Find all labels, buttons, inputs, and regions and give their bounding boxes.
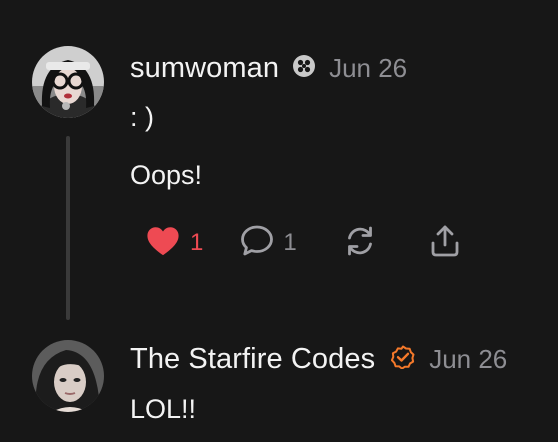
like-button[interactable]: 1 (146, 225, 203, 262)
post-text-line: Oops! (130, 160, 203, 190)
thread-connector-line (66, 136, 70, 320)
username[interactable]: sumwoman (130, 52, 279, 85)
comment-button[interactable]: 1 (239, 224, 297, 263)
post-date[interactable]: Jun 26 (329, 53, 407, 84)
comment-icon (239, 224, 275, 263)
share-icon (427, 223, 463, 264)
post-header: The Starfire Codes Jun 26 (130, 339, 507, 379)
community-badge-icon (293, 54, 316, 82)
post-text-line: : ) (130, 102, 154, 132)
post-date[interactable]: Jun 26 (429, 344, 507, 375)
heart-icon (146, 225, 180, 262)
comment-count: 1 (283, 229, 297, 256)
like-count: 1 (190, 229, 204, 256)
share-button[interactable] (427, 223, 463, 264)
post-text-line: LOL!! (130, 394, 197, 424)
post-actions: 1 1 (146, 224, 463, 262)
post-header: sumwoman Jun 26 (130, 48, 407, 88)
avatar[interactable] (32, 46, 104, 118)
repost-button[interactable] (343, 224, 377, 263)
verified-check-icon (391, 345, 415, 374)
username[interactable]: The Starfire Codes (130, 343, 375, 376)
repost-icon (343, 224, 377, 263)
avatar[interactable] (32, 340, 104, 412)
